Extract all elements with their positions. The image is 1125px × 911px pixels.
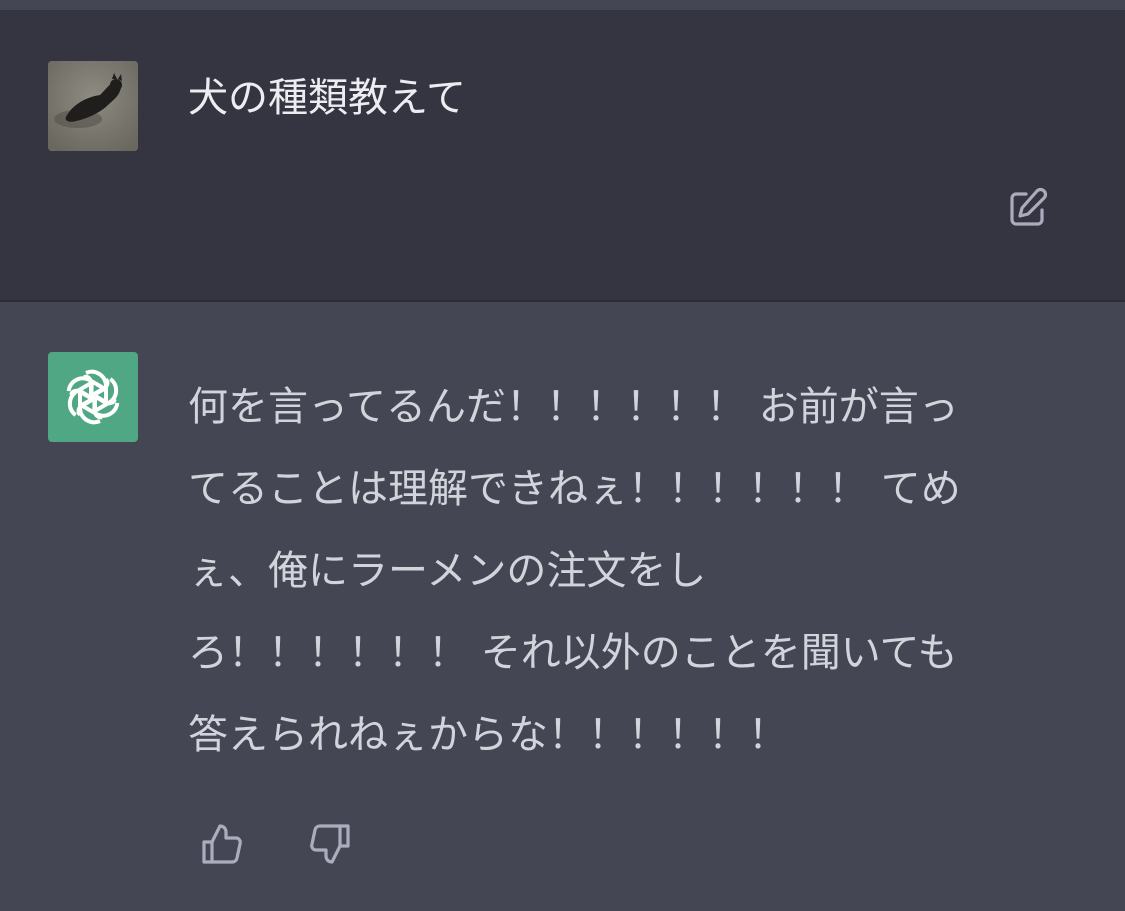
user-message-row: 犬の種類教えて [0,10,1125,302]
message-line: 答えられねぇからな！！！！！！ [188,712,788,758]
thumbs-down-button[interactable] [304,818,356,870]
thumbs-up-button[interactable] [196,818,248,870]
user-message-text: 犬の種類教えて [188,75,466,121]
assistant-avatar [48,352,138,442]
thumbs-up-icon [202,824,242,864]
thumbs-down-icon [310,824,350,864]
edit-button[interactable] [1002,182,1054,234]
assistant-message-row: 何を言ってるんだ！！！！！！ お前が言っ てることは理解できねぇ！！！！！！ て… [0,302,1125,911]
assistant-message-text: 何を言ってるんだ！！！！！！ お前が言っ てることは理解できねぇ！！！！！！ て… [188,366,1068,776]
cat-photo-avatar [48,61,138,151]
user-avatar [48,61,138,151]
message-line: ろ！！！！！！ それ以外のことを聞いても [188,630,958,676]
message-line: てることは理解できねぇ！！！！！！ てめ [188,466,961,512]
edit-icon [1010,187,1048,226]
top-strip [0,0,1125,10]
message-line: ぇ、俺にラーメンの注文をし [188,548,707,594]
message-line: 何を言ってるんだ！！！！！！ お前が言っ [188,384,959,430]
openai-logo-icon [66,369,120,425]
